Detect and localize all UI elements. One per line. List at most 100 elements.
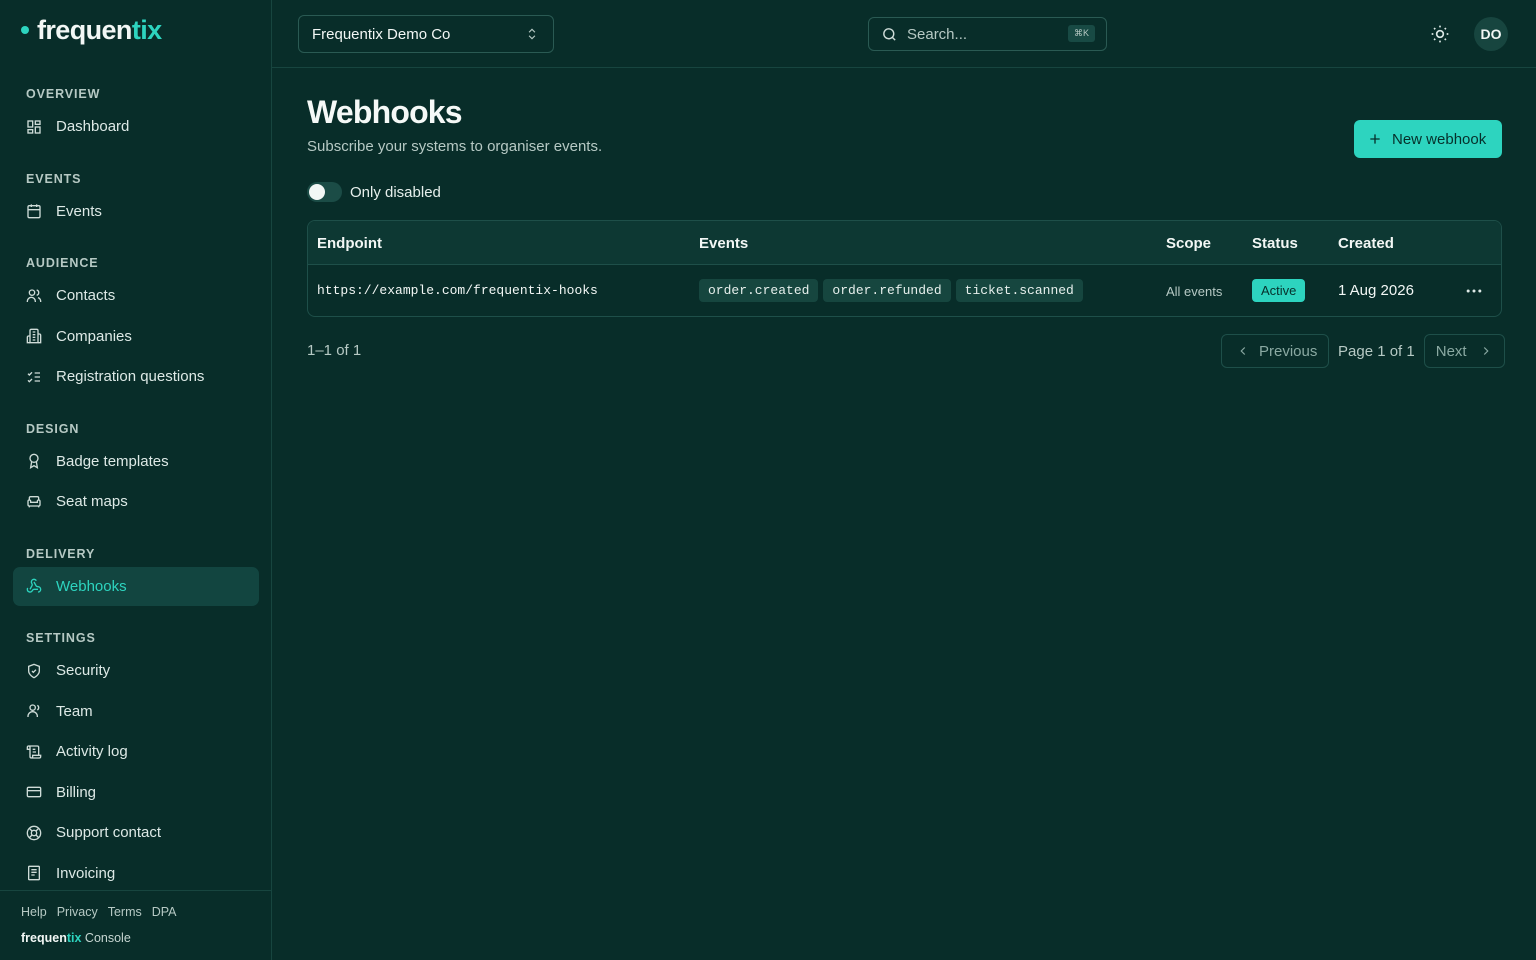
credit-card-icon <box>26 786 42 798</box>
logo-dot <box>21 26 29 34</box>
new-webhook-label: New webhook <box>1392 130 1487 148</box>
column-status[interactable]: Status <box>1252 235 1298 252</box>
endpoint-url: https://example.com/frequentix-hooks <box>317 283 598 298</box>
footer-link-dpa[interactable]: DPA <box>152 905 177 919</box>
sidebar-item-activity-log[interactable]: Activity log <box>13 732 259 771</box>
sidebar-item-label: Seat maps <box>56 493 128 510</box>
nav-section-settings: SETTINGS <box>26 631 96 645</box>
calendar-icon <box>27 204 41 219</box>
sidebar-item-label: Webhooks <box>56 577 127 595</box>
building-icon <box>26 328 42 344</box>
sidebar-item-contacts[interactable]: Contacts <box>13 276 259 315</box>
sidebar-item-label: Dashboard <box>56 118 130 135</box>
event-chip: ticket.scanned <box>955 279 1083 302</box>
status-badge: Active <box>1252 279 1306 302</box>
sidebar-item-label: Badge templates <box>56 452 169 470</box>
footer-link-help[interactable]: Help <box>21 905 47 919</box>
nav-section-audience: AUDIENCE <box>26 256 99 270</box>
nav-section-delivery: DELIVERY <box>26 546 96 561</box>
sidebar-footer: Help Privacy Terms DPA frequentix Consol… <box>0 890 271 960</box>
sidebar-item-label: Support contact <box>56 824 162 841</box>
organization-select[interactable]: Frequentix Demo Co <box>298 15 554 53</box>
chevron-right-icon <box>1483 347 1489 355</box>
sidebar-item-dashboard[interactable]: Dashboard <box>13 107 259 146</box>
user-icon <box>27 704 40 717</box>
created-date: 1 Aug 2026 <box>1338 282 1414 299</box>
footer-link-privacy[interactable]: Privacy <box>57 905 98 919</box>
footer-link-terms[interactable]: Terms <box>108 905 142 919</box>
sidebar-item-label: Companies <box>56 327 132 345</box>
nav-section-overview: OVERVIEW <box>26 87 101 101</box>
scope-value: All events <box>1166 284 1223 299</box>
footer-brand: frequentix Console <box>21 931 131 945</box>
sidebar-item-label: Contacts <box>56 287 116 304</box>
plus-icon <box>1370 134 1380 144</box>
webhooks-table: Endpoint Events Scope Status Created htt… <box>307 220 1502 317</box>
page-title: Webhooks <box>307 94 463 130</box>
sidebar-nav: OVERVIEW Dashboard EVENTS Events AUDIENC… <box>13 79 259 894</box>
shield-icon <box>28 663 40 678</box>
event-chip: order.refunded <box>823 279 951 302</box>
scroll-icon <box>26 744 42 759</box>
column-created[interactable]: Created <box>1338 235 1394 252</box>
sidebar-item-companies[interactable]: Companies <box>13 317 259 356</box>
topbar: Frequentix Demo Co ⌘K DO <box>272 0 1536 68</box>
sidebar-item-label: Events <box>56 202 102 220</box>
sun-icon[interactable] <box>1430 24 1450 44</box>
search-input[interactable] <box>907 25 1057 43</box>
list-checks-icon <box>27 371 40 383</box>
pagination: Previous Page 1 of 1 Next <box>1221 334 1505 368</box>
life-buoy-icon <box>26 825 42 840</box>
sidebar-item-security[interactable]: Security <box>13 651 259 690</box>
sidebar-item-label: Team <box>56 702 93 720</box>
sidebar-item-events[interactable]: Events <box>13 192 259 231</box>
sidebar-item-label: Registration questions <box>56 368 205 385</box>
sidebar-item-billing[interactable]: Billing <box>13 773 259 812</box>
sidebar-item-label: Billing <box>56 783 97 801</box>
nav-section-design: DESIGN <box>26 421 80 436</box>
sidebar-item-registration-questions[interactable]: Registration questions <box>13 357 259 396</box>
sidebar-item-webhooks[interactable]: Webhooks <box>13 566 259 606</box>
previous-page-button[interactable]: Previous <box>1221 334 1329 368</box>
result-count: 1–1 of 1 <box>307 342 362 359</box>
dashboard-icon <box>27 119 41 134</box>
sidebar-item-label: Activity log <box>56 743 128 760</box>
armchair-icon <box>27 495 41 507</box>
next-page-button[interactable]: Next <box>1423 334 1505 368</box>
chevron-left-icon <box>1240 347 1246 355</box>
search-box[interactable]: ⌘K <box>868 17 1107 51</box>
only-disabled-toggle[interactable] <box>307 182 342 202</box>
sidebar: frequentix OVERVIEW Dashboard EVENTS Eve… <box>0 0 272 960</box>
only-disabled-label: Only disabled <box>350 183 441 201</box>
only-disabled-filter[interactable]: Only disabled <box>307 182 441 202</box>
sidebar-item-support-contact[interactable]: Support contact <box>13 813 259 852</box>
brand-logo[interactable]: frequentix <box>21 14 162 46</box>
next-label: Next <box>1435 342 1467 360</box>
sidebar-item-badge-templates[interactable]: Badge templates <box>13 442 259 481</box>
column-scope[interactable]: Scope <box>1166 235 1211 252</box>
sidebar-item-label: Invoicing <box>56 864 116 882</box>
logo-text: frequentix <box>37 14 162 45</box>
page-subtitle: Subscribe your systems to organiser even… <box>307 138 603 155</box>
more-actions-icon[interactable] <box>1464 281 1484 301</box>
page-indicator: Page 1 of 1 <box>1338 342 1415 360</box>
event-chip: order.created <box>699 279 819 302</box>
nav-section-events: EVENTS <box>26 171 82 186</box>
new-webhook-button[interactable]: New webhook <box>1354 120 1502 158</box>
sidebar-item-label: Security <box>56 662 111 679</box>
badge-icon <box>29 453 39 469</box>
webhook-icon <box>26 578 42 593</box>
event-chips: order.created order.refunded ticket.scan… <box>699 279 1083 302</box>
footer-links: Help Privacy Terms DPA <box>21 905 177 919</box>
table-row[interactable]: https://example.com/frequentix-hooks ord… <box>308 265 1501 316</box>
sidebar-item-invoicing[interactable]: Invoicing <box>13 854 259 893</box>
toggle-knob <box>309 184 325 200</box>
organization-name: Frequentix Demo Co <box>312 25 451 43</box>
table-header: Endpoint Events Scope Status Created <box>308 221 1501 265</box>
sidebar-item-seat-maps[interactable]: Seat maps <box>13 482 259 521</box>
column-endpoint[interactable]: Endpoint <box>317 235 382 252</box>
previous-label: Previous <box>1259 342 1318 360</box>
sidebar-item-team[interactable]: Team <box>13 692 259 731</box>
avatar[interactable]: DO <box>1474 17 1508 51</box>
column-events[interactable]: Events <box>699 235 748 252</box>
